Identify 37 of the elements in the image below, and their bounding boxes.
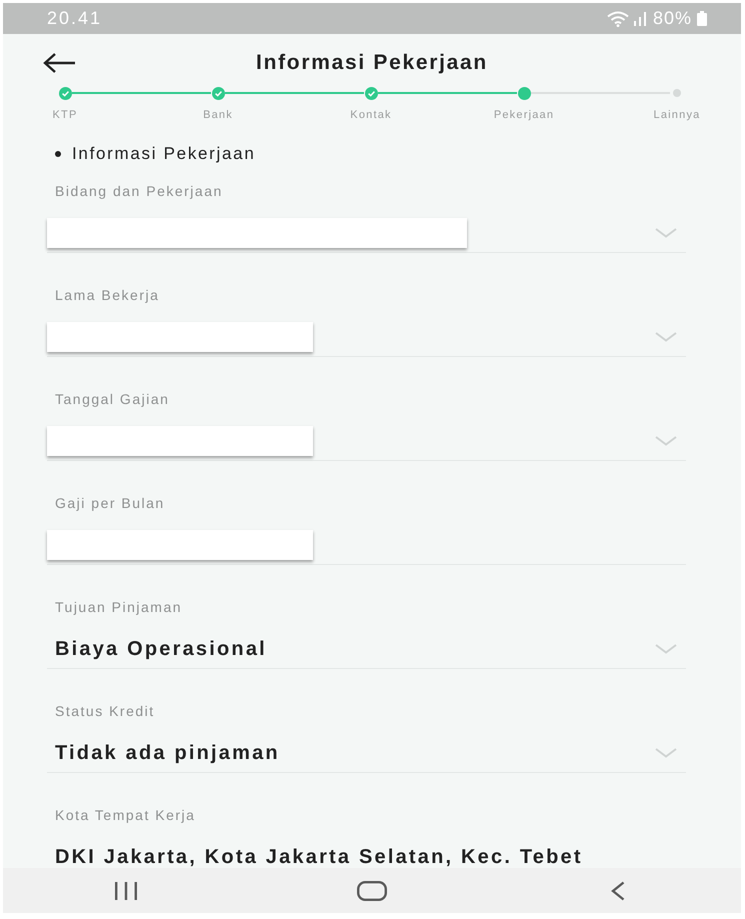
step-label: Pekerjaan (494, 109, 554, 122)
dropdown-field[interactable]: Biaya Operasional (47, 630, 686, 669)
step-done-icon (58, 86, 72, 100)
step-done-icon (364, 86, 378, 100)
field-label: Lama Bekerja (55, 287, 160, 303)
field-label: Kota Tempat Kerja (55, 807, 196, 823)
chevron-down-icon (655, 332, 677, 342)
field-label: Gaji per Bulan (55, 495, 165, 511)
field-label: Status Kredit (55, 703, 155, 719)
chevron-down-icon (655, 228, 677, 238)
page-title: Informasi Pekerjaan (256, 51, 488, 74)
chevron-down-icon (655, 644, 677, 654)
chevron-down-icon (655, 748, 677, 758)
step-label: Lainnya (654, 109, 700, 122)
status-time: 20.41 (47, 8, 102, 29)
battery-percentage: 80% (652, 8, 692, 29)
signal-icon (634, 12, 646, 26)
home-icon[interactable] (357, 880, 387, 900)
step-label: Bank (203, 109, 233, 122)
step-label: Kontak (350, 109, 392, 122)
back-icon[interactable] (611, 880, 625, 900)
battery-icon (697, 11, 707, 26)
field-label: Tujuan Pinjaman (55, 599, 182, 615)
input-field[interactable]: DKI Jakarta, Kota Jakarta Selatan, Kec. Tebet (47, 838, 686, 868)
field-label: Bidang dan Pekerjaan (55, 183, 223, 199)
field-label: Tanggal Gajian (55, 391, 170, 407)
bullet-icon (55, 151, 61, 157)
step-done-icon (212, 86, 224, 100)
section-heading: Informasi Pekerjaan (72, 144, 256, 164)
step-current-icon (518, 86, 530, 100)
back-arrow-icon[interactable] (43, 53, 76, 73)
step-pending-icon (673, 89, 681, 97)
step-label: KTP (52, 109, 78, 122)
recent-apps-icon[interactable] (114, 882, 138, 900)
wifi-icon (606, 10, 629, 26)
chevron-down-icon (655, 436, 677, 446)
dropdown-field[interactable]: Tidak ada pinjaman (47, 734, 686, 773)
